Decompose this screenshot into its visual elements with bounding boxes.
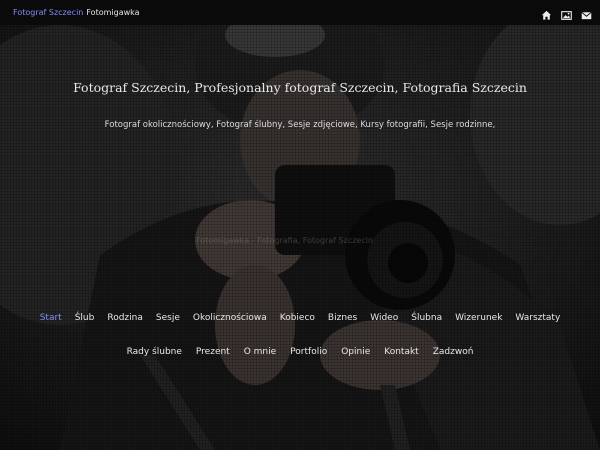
- menu-item-sesje[interactable]: Sesje: [156, 313, 180, 323]
- menu-item-start[interactable]: Start: [40, 313, 62, 323]
- envelope-icon[interactable]: [581, 6, 592, 20]
- faded-watermark-text: Fotomigawka - Fotografia, Fotograf Szcze…: [196, 236, 374, 245]
- main-menu-row-2: Rady ślubne Prezent O mnie Portfolio Opi…: [0, 347, 600, 357]
- menu-item-kobieco[interactable]: Kobieco: [280, 313, 315, 323]
- menu-item-opinie[interactable]: Opinie: [341, 347, 370, 357]
- menu-item-wizerunek[interactable]: Wizerunek: [455, 313, 502, 323]
- top-icons: [541, 6, 592, 20]
- menu-item-warsztaty[interactable]: Warsztaty: [515, 313, 560, 323]
- main-menu-row-1: Start Ślub Rodzina Sesje Okolicznościowa…: [0, 313, 600, 323]
- menu-item-zadzwon[interactable]: Zadzwoń: [433, 347, 474, 357]
- menu-item-wideo[interactable]: Wideo: [370, 313, 398, 323]
- brand-link[interactable]: Fotograf Szczecin: [13, 8, 83, 17]
- menu-item-rodzina[interactable]: Rodzina: [107, 313, 143, 323]
- menu-item-slub[interactable]: Ślub: [75, 313, 95, 323]
- image-icon[interactable]: [561, 6, 572, 20]
- home-icon[interactable]: [541, 6, 552, 20]
- menu-item-rady-slubne[interactable]: Rady ślubne: [127, 347, 182, 357]
- menu-item-okolicznosciowa[interactable]: Okolicznościowa: [193, 313, 267, 323]
- menu-item-biznes[interactable]: Biznes: [328, 313, 357, 323]
- brand: Fotograf Szczecin Fotomigawka: [13, 7, 140, 18]
- menu-item-portfolio[interactable]: Portfolio: [290, 347, 327, 357]
- menu-item-slubna[interactable]: Ślubna: [411, 313, 442, 323]
- menu-item-kontakt[interactable]: Kontakt: [384, 347, 418, 357]
- top-navbar: Fotograf Szczecin Fotomigawka: [0, 0, 600, 25]
- page-subtitle: Fotograf okolicznościowy, Fotograf ślubn…: [104, 120, 496, 130]
- brand-subtitle[interactable]: Fotomigawka: [86, 8, 139, 17]
- menu-item-o-mnie[interactable]: O mnie: [244, 347, 276, 357]
- page-title: Fotograf Szczecin, Profesjonalny fotogra…: [73, 80, 527, 95]
- menu-item-prezent[interactable]: Prezent: [196, 347, 230, 357]
